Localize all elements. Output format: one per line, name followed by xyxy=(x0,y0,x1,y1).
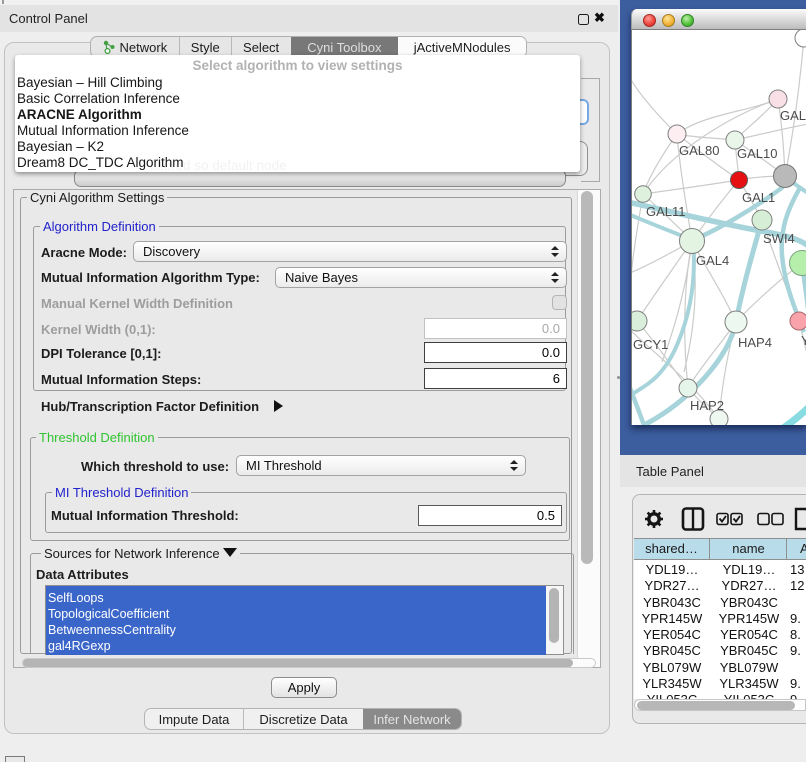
svg-text:GAL4: GAL4 xyxy=(696,253,729,268)
svg-text:GCY1: GCY1 xyxy=(633,337,668,352)
svg-text:Y: Y xyxy=(801,333,806,348)
svg-text:GAL11: GAL11 xyxy=(646,204,686,219)
svg-text:HAP2: HAP2 xyxy=(690,398,724,413)
svg-text:GAL10: GAL10 xyxy=(737,146,777,161)
svg-text:GAL7: GAL7 xyxy=(780,108,806,123)
svg-text:GAL1: GAL1 xyxy=(742,190,775,205)
svg-text:SWI4: SWI4 xyxy=(763,231,795,246)
svg-text:GAL80: GAL80 xyxy=(679,143,719,158)
svg-text:HAP4: HAP4 xyxy=(738,335,772,350)
